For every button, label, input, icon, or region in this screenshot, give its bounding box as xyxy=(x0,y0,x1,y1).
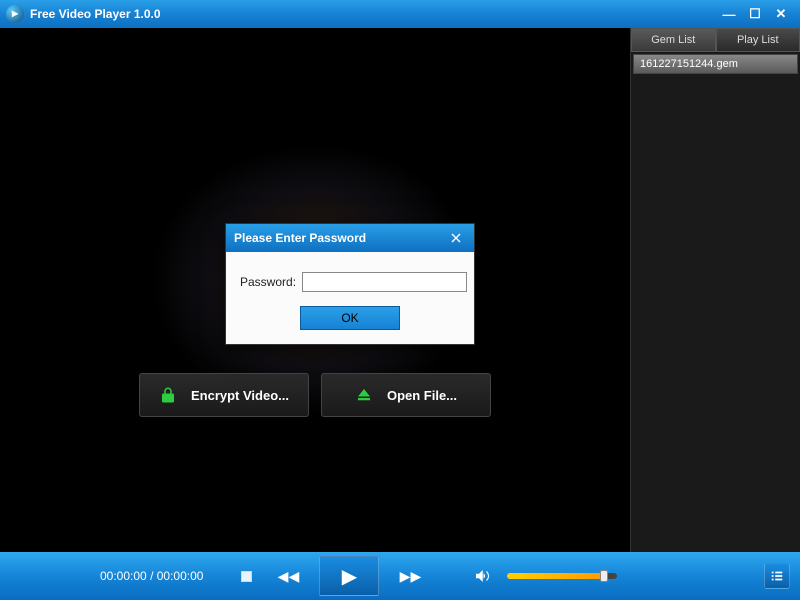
stop-icon xyxy=(241,571,252,582)
dialog-body: Password: OK xyxy=(226,252,474,344)
dialog-title-text: Please Enter Password xyxy=(234,231,366,245)
playlist: 161227151244.gem xyxy=(631,52,800,76)
stop-button[interactable] xyxy=(229,561,263,591)
list-icon xyxy=(770,569,784,583)
encrypt-label: Encrypt Video... xyxy=(191,388,289,403)
side-tabs: Gem List Play List xyxy=(631,28,800,52)
volume-area xyxy=(465,561,617,591)
lock-icon xyxy=(159,386,177,404)
side-panel: Gem List Play List 161227151244.gem xyxy=(630,28,800,552)
password-input[interactable] xyxy=(302,272,467,292)
minimize-button[interactable]: — xyxy=(716,5,742,23)
rewind-button[interactable]: ◀◀ xyxy=(271,561,305,591)
close-button[interactable]: ✕ xyxy=(768,5,794,23)
volume-thumb[interactable] xyxy=(600,570,608,582)
ok-button[interactable]: OK xyxy=(300,306,400,330)
play-icon: ▶ xyxy=(342,564,357,589)
time-display: 00:00:00 / 00:00:00 xyxy=(100,569,203,583)
close-icon xyxy=(450,232,462,244)
list-item[interactable]: 161227151244.gem xyxy=(633,54,798,74)
titlebar: Free Video Player 1.0.0 — ☐ ✕ xyxy=(0,0,800,28)
main-area: Encrypt Video... Open File... Please Ent… xyxy=(0,28,800,552)
eject-icon xyxy=(355,386,373,404)
time-current: 00:00:00 xyxy=(100,569,147,583)
center-actions: Encrypt Video... Open File... xyxy=(139,373,491,417)
video-area: Encrypt Video... Open File... Please Ent… xyxy=(0,28,630,552)
maximize-button[interactable]: ☐ xyxy=(742,5,768,23)
volume-button[interactable] xyxy=(465,561,499,591)
time-total: 00:00:00 xyxy=(157,569,204,583)
tab-gem-list[interactable]: Gem List xyxy=(631,28,716,52)
open-label: Open File... xyxy=(387,388,457,403)
play-button[interactable]: ▶ xyxy=(319,556,379,596)
forward-icon: ▶▶ xyxy=(400,568,422,585)
dialog-titlebar: Please Enter Password xyxy=(226,224,474,252)
dialog-close-button[interactable] xyxy=(446,229,466,247)
password-label: Password: xyxy=(240,275,296,289)
volume-slider[interactable] xyxy=(507,573,617,579)
rewind-icon: ◀◀ xyxy=(278,568,300,585)
control-bar: 00:00:00 / 00:00:00 ◀◀ ▶ ▶▶ xyxy=(0,552,800,600)
password-dialog: Please Enter Password Password: OK xyxy=(225,223,475,345)
app-icon xyxy=(6,5,24,23)
app-title: Free Video Player 1.0.0 xyxy=(30,7,161,21)
forward-button[interactable]: ▶▶ xyxy=(393,561,427,591)
open-file-button[interactable]: Open File... xyxy=(321,373,491,417)
encrypt-video-button[interactable]: Encrypt Video... xyxy=(139,373,309,417)
speaker-icon xyxy=(473,567,491,585)
tab-play-list[interactable]: Play List xyxy=(716,28,800,52)
playlist-toggle-button[interactable] xyxy=(764,563,790,589)
